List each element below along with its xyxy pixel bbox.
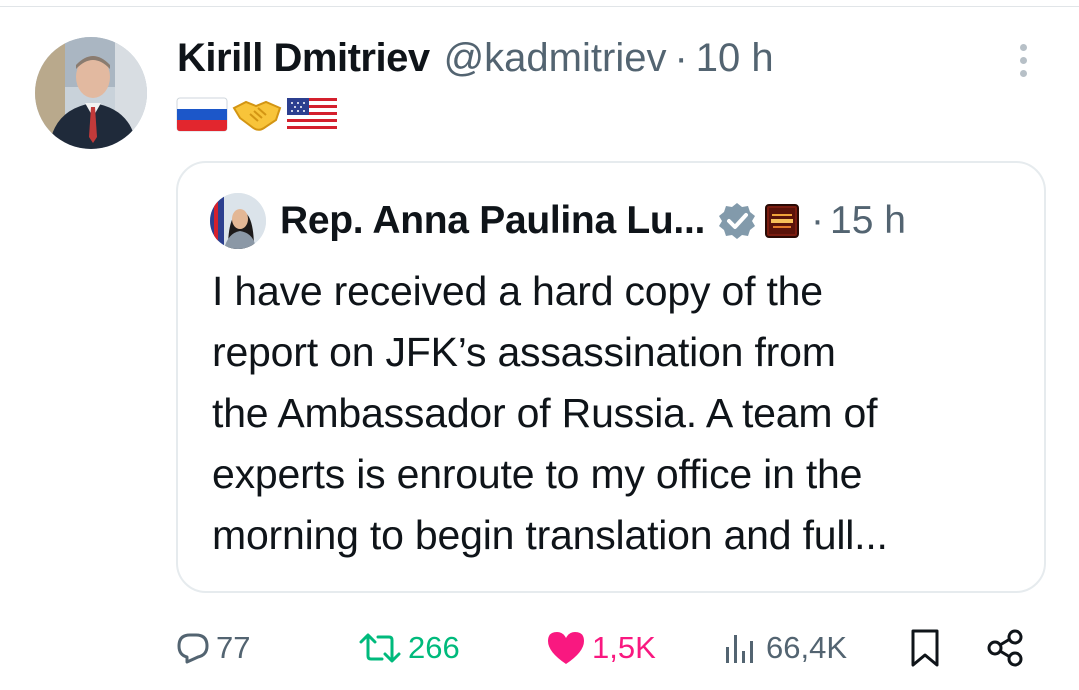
affiliate-badge-icon[interactable] bbox=[765, 204, 800, 238]
tweet-text bbox=[176, 93, 338, 135]
tweet-time[interactable]: 10 h bbox=[696, 32, 774, 84]
quote-time[interactable]: 15 h bbox=[830, 199, 906, 243]
more-dot bbox=[1019, 56, 1027, 64]
quote-author-name[interactable]: Rep. Anna Paulina Lu... bbox=[280, 199, 705, 243]
author-handle[interactable]: @kadmitriev bbox=[444, 32, 667, 84]
like-button[interactable]: 1,5K bbox=[546, 620, 656, 676]
tweet: Kirill Dmitriev @kadmitriev · 10 h Rep. … bbox=[0, 0, 1079, 690]
more-dot bbox=[1019, 69, 1027, 77]
author-avatar[interactable] bbox=[35, 37, 147, 149]
quote-text: I have received a hard copy of the repor… bbox=[212, 268, 888, 558]
handshake-icon bbox=[232, 100, 282, 131]
repost-button[interactable]: 266 bbox=[358, 620, 460, 676]
quoted-tweet-card[interactable]: Rep. Anna Paulina Lu... · 15 h I have re… bbox=[176, 161, 1046, 593]
verified-badge-icon[interactable] bbox=[717, 201, 757, 241]
share-icon bbox=[987, 629, 1023, 667]
russia-flag-icon bbox=[176, 97, 228, 132]
quote-author-avatar[interactable] bbox=[210, 193, 266, 249]
reply-button[interactable]: 77 bbox=[176, 620, 250, 676]
views-button[interactable]: 66,4K bbox=[722, 620, 847, 676]
quote-header: Rep. Anna Paulina Lu... · 15 h bbox=[280, 195, 906, 247]
heart-icon bbox=[548, 632, 584, 664]
like-count: 1,5K bbox=[592, 630, 656, 665]
more-dot bbox=[1019, 43, 1027, 51]
share-button[interactable] bbox=[985, 620, 1025, 676]
tweet-actions: 77 266 1,5K 66,4K bbox=[0, 620, 1079, 676]
separator-dot: · bbox=[811, 199, 825, 242]
author-name[interactable]: Kirill Dmitriev bbox=[177, 32, 430, 84]
repost-icon bbox=[359, 633, 401, 663]
more-options-button[interactable] bbox=[1010, 40, 1036, 80]
bookmark-button[interactable] bbox=[909, 620, 941, 676]
reply-count: 77 bbox=[216, 630, 251, 665]
separator-dot: · bbox=[674, 36, 688, 80]
reply-icon bbox=[177, 633, 209, 664]
views-count: 66,4K bbox=[766, 630, 848, 665]
repost-count: 266 bbox=[408, 630, 460, 665]
views-icon bbox=[726, 635, 753, 663]
tweet-header: Kirill Dmitriev @kadmitriev · 10 h bbox=[177, 32, 774, 84]
bookmark-icon bbox=[911, 629, 939, 667]
usa-flag-icon bbox=[287, 98, 337, 131]
